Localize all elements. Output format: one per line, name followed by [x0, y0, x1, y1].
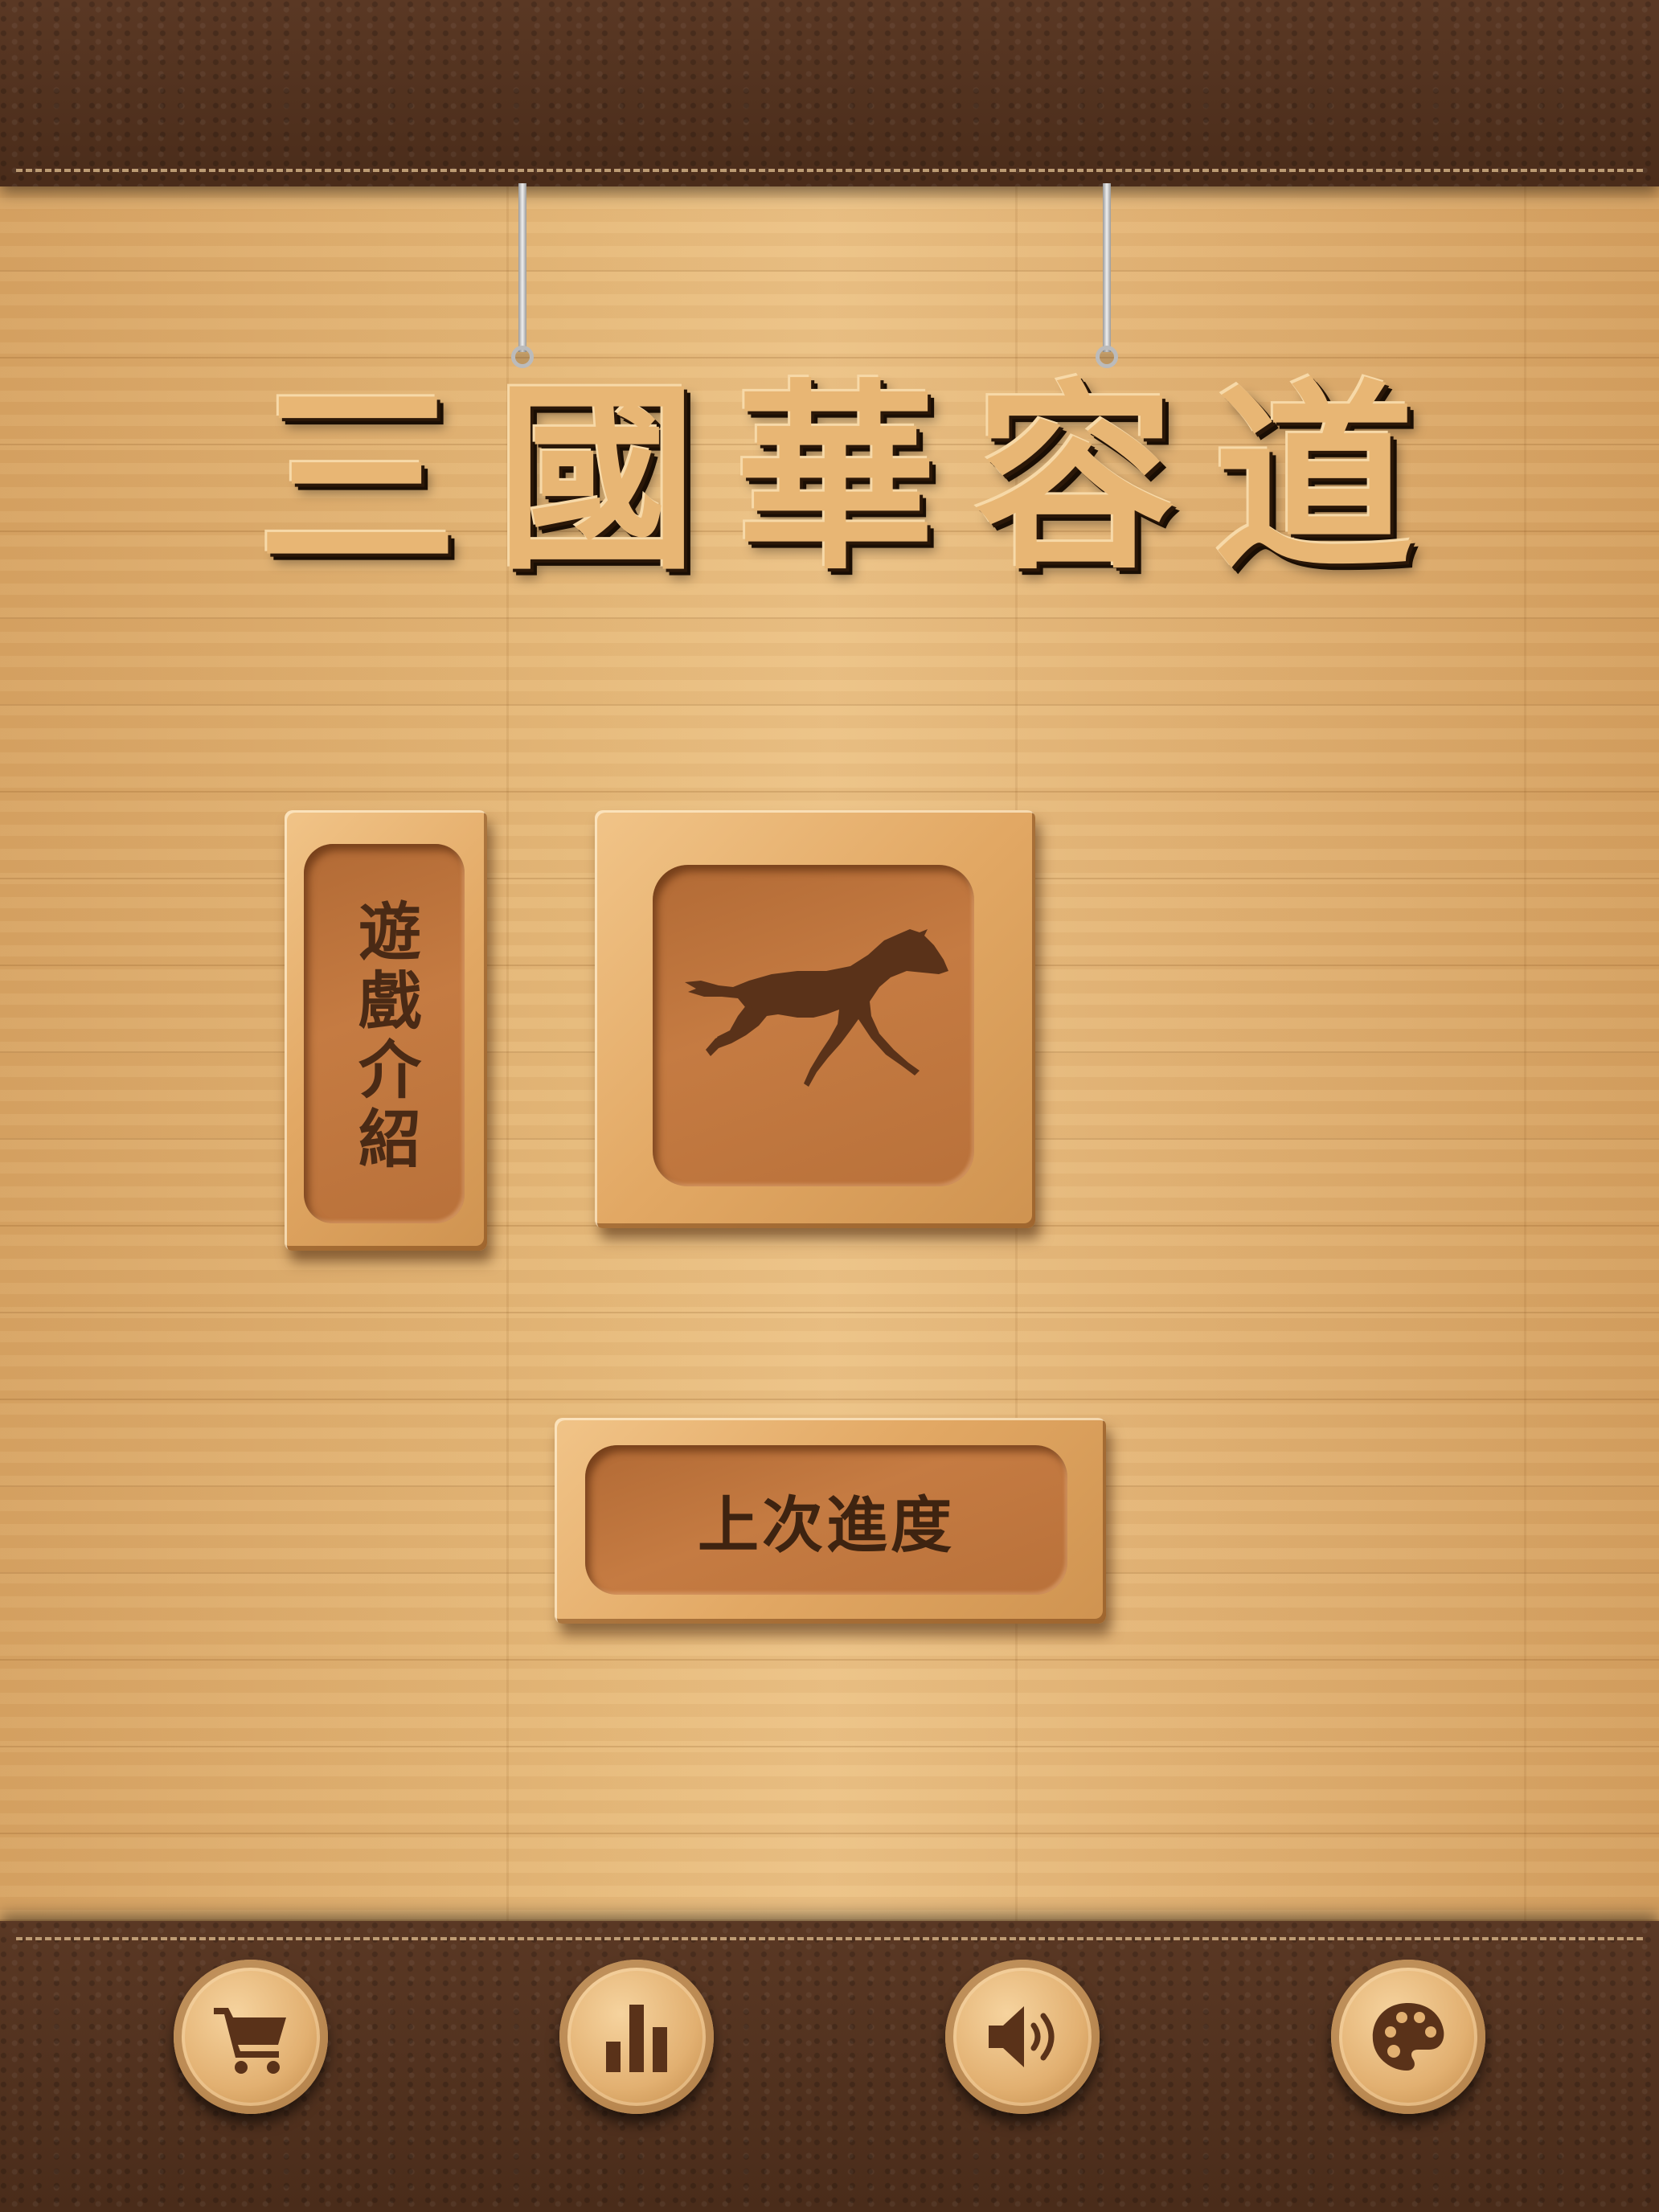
- hanging-string-right: [1103, 183, 1111, 352]
- game-intro-label: 遊戲介紹: [348, 899, 420, 1175]
- title-char: 容: [974, 360, 1176, 596]
- title-char: 三: [257, 360, 458, 596]
- play-button[interactable]: [595, 810, 1035, 1228]
- theme-button[interactable]: [1331, 1960, 1485, 2114]
- top-leather-bar: [0, 0, 1659, 186]
- game-intro-inset: 遊戲介紹: [304, 844, 465, 1223]
- resume-inset: 上次進度: [585, 1445, 1067, 1595]
- title-char: 華: [735, 360, 936, 596]
- palette-icon: [1372, 2003, 1444, 2071]
- horse-icon: [685, 929, 948, 1087]
- bar-chart-icon: [606, 2005, 667, 2072]
- play-inset: [653, 865, 974, 1186]
- game-intro-button[interactable]: 遊戲介紹: [285, 810, 487, 1251]
- bottom-stitch: [16, 1937, 1643, 1940]
- string-ring-right: [1096, 346, 1118, 368]
- game-title: 三 國 華 容 道: [257, 358, 1415, 599]
- sound-button[interactable]: [945, 1960, 1100, 2114]
- shopping-cart-icon: [214, 2008, 286, 2074]
- shop-button[interactable]: [174, 1960, 328, 2114]
- speaker-icon: [989, 2006, 1055, 2067]
- hanging-string-left: [518, 183, 526, 352]
- string-ring-left: [511, 346, 534, 368]
- resume-progress-button[interactable]: 上次進度: [555, 1418, 1106, 1624]
- resume-progress-label: 上次進度: [698, 1489, 955, 1561]
- title-char: 國: [496, 360, 698, 596]
- ranking-button[interactable]: [559, 1960, 714, 2114]
- top-stitch: [16, 169, 1643, 172]
- title-char: 道: [1214, 360, 1415, 596]
